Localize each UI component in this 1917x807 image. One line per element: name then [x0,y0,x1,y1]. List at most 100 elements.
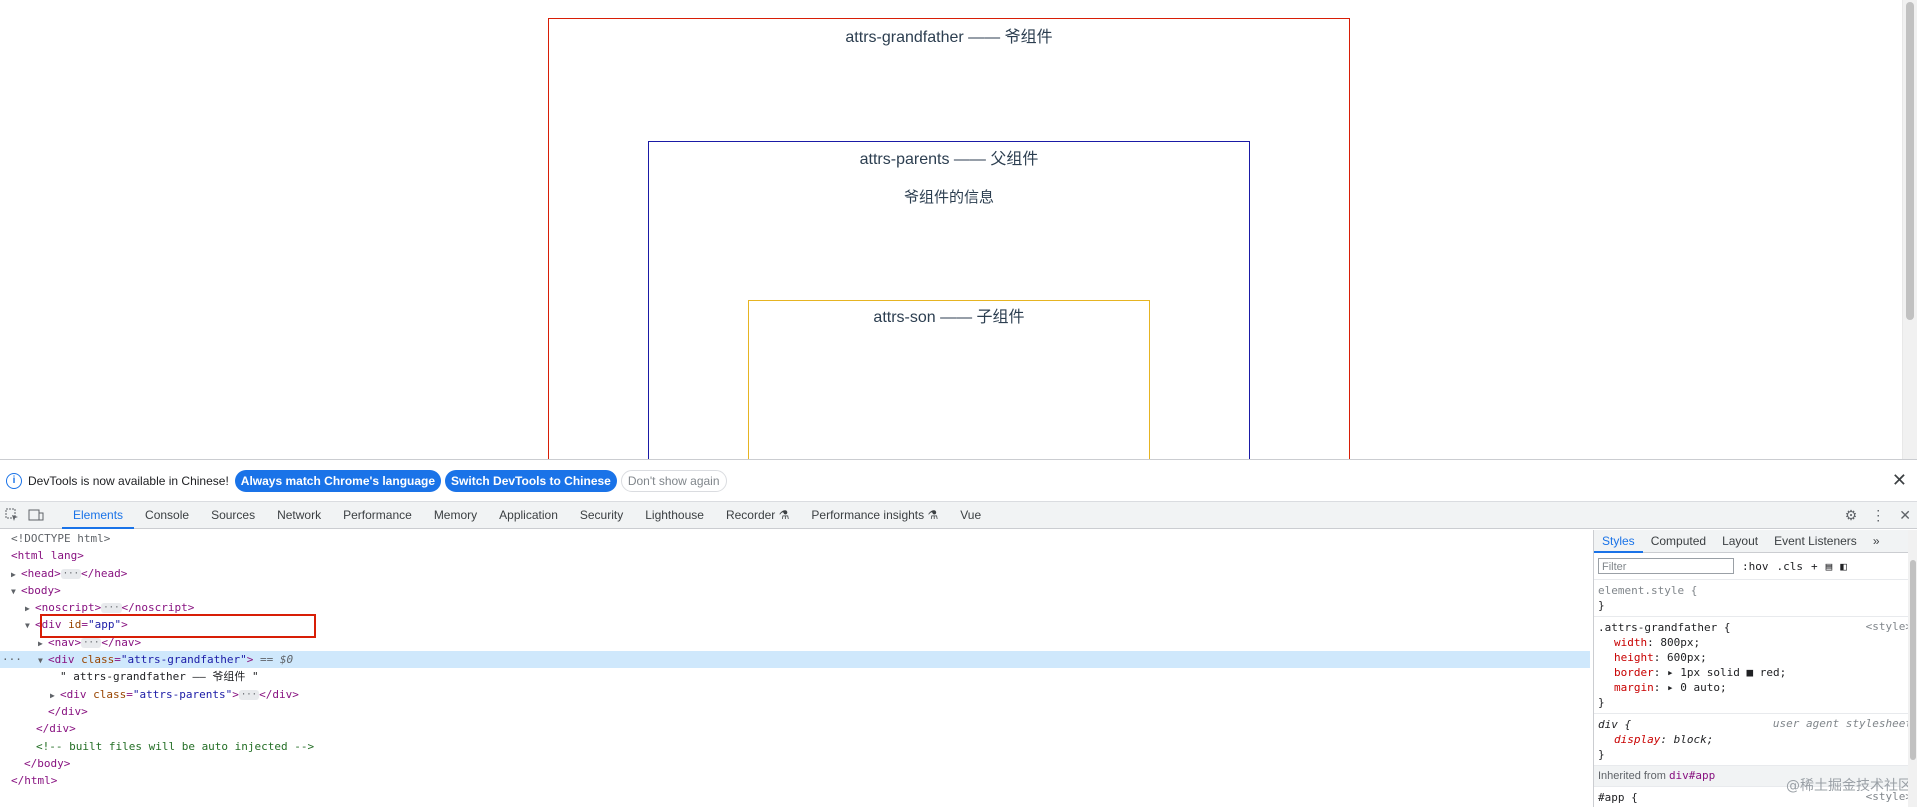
inherited-ref-link[interactable]: div#app [1669,769,1715,782]
page-scrollbar-thumb[interactable] [1906,2,1914,320]
prop-name: width [1614,636,1648,649]
comment-text: <!-- built files will be auto injected -… [36,739,315,753]
pa-tag: <div [60,687,94,701]
paint-brush-icon[interactable]: ▤ [1826,560,1833,573]
dom-line-div-close-2[interactable]: </div> [0,720,1590,737]
head-tag: <head> [21,566,61,580]
collapse-triangle-icon[interactable]: ▼ [38,652,48,669]
pa-attr-name: class [93,687,127,701]
expand-triangle-icon[interactable]: ▶ [25,600,35,617]
dom-line-comment[interactable]: <!-- built files will be auto injected -… [0,738,1590,755]
rule1-prop-height[interactable]: height: 600px; [1598,650,1917,665]
tab-lighthouse[interactable]: Lighthouse [634,502,715,528]
watermark: @稀土掘金技术社区 [1786,778,1912,794]
prop-value: ▸ 0 auto; [1667,681,1727,694]
dont-show-again-button[interactable]: Don't show again [620,469,727,492]
prop-name: margin [1614,681,1654,694]
settings-gear-icon[interactable]: ⚙ [1845,507,1858,524]
rule-attrs-grandfather[interactable]: .attrs-grandfather { <style> width: 800p… [1594,617,1917,714]
rule-div-user-agent[interactable]: div { user agent stylesheet display: blo… [1594,714,1917,766]
dom-line-html[interactable]: <html lang> [0,547,1590,564]
tab-layout[interactable]: Layout [1714,530,1766,552]
close-icon[interactable]: ✕ [1892,470,1907,491]
expand-triangle-icon[interactable]: ▶ [50,687,60,704]
device-toolbar-icon[interactable] [24,502,48,528]
styles-filter-input[interactable]: Filter [1598,558,1734,574]
collapse-triangle-icon[interactable]: ▼ [25,617,35,634]
grandfather-info-text: 爷组件的信息 [903,189,994,206]
page-viewport: attrs-grandfather —— 爷组件 attrs-parents —… [0,0,1917,459]
expand-triangle-icon[interactable]: ▶ [11,566,21,583]
switch-to-chinese-button[interactable]: Switch DevTools to Chinese [445,469,617,492]
devtools-tabbar: Elements Console Sources Network Perform… [0,502,1917,529]
rule-element-style[interactable]: element.style { } [1594,580,1917,617]
dom-line-body[interactable]: ▼ <body> [0,582,1590,599]
body-open-tag: <body> [21,583,61,597]
son-box: attrs-son —— 子组件 [748,300,1150,459]
more-options-icon[interactable]: ⋮ [1871,507,1885,524]
gf-attr-name: class [81,653,115,667]
rule1-prop-margin[interactable]: margin: ▸ 0 auto; [1598,680,1917,695]
dom-line-grandfather-selected[interactable]: ··· ▼ <div class="attrs-grandfather"> == $… [0,651,1590,669]
ellipsis-icon[interactable]: ··· [60,568,82,579]
styles-tabbar: Styles Computed Layout Event Listeners » [1594,530,1917,553]
dom-line-doctype[interactable]: <!DOCTYPE html> [0,530,1590,547]
styles-scrollbar[interactable] [1908,530,1917,807]
rule1-source-link[interactable]: <style> [1866,620,1912,633]
tab-elements[interactable]: Elements [62,502,135,529]
gf-tag: <div [48,653,82,667]
dom-line-div-close-1[interactable]: </div> [0,703,1590,720]
pa-close-tag: </div> [259,687,299,701]
new-rule-plus-icon[interactable]: + [1811,560,1818,573]
ellipsis-icon[interactable]: ··· [238,689,260,700]
language-infobar: i DevTools is now available in Chinese! … [0,460,1917,502]
tab-vue[interactable]: Vue [949,502,992,528]
devtools-panel: i DevTools is now available in Chinese! … [0,459,1917,807]
tab-recorder[interactable]: Recorder ⚗ [715,502,800,528]
ellipsis-icon[interactable]: ··· [81,637,102,648]
always-match-language-button[interactable]: Always match Chrome's language [234,469,442,492]
rule1-prop-width[interactable]: width: 800px; [1598,635,1917,650]
rule1-prop-border[interactable]: border: ▸ 1px solid ■ red; [1598,665,1917,680]
cls-toggle[interactable]: .cls [1777,560,1804,573]
grandfather-title: attrs-grandfather —— 爷组件 [845,29,1053,46]
gf-eq-marker: == $0 [253,653,294,667]
tab-security[interactable]: Security [569,502,634,528]
more-tabs-chevron-icon[interactable]: » [1865,530,1888,552]
hov-toggle[interactable]: :hov [1742,560,1769,573]
dom-line-head[interactable]: ▶ <head> ··· </head> [0,565,1590,582]
highlight-annotation-box [40,614,316,638]
tab-network[interactable]: Network [266,502,332,528]
tab-performance[interactable]: Performance [332,502,423,528]
dom-line-html-close[interactable]: </html> [0,772,1590,789]
close-devtools-icon[interactable]: ✕ [1899,507,1911,524]
styles-scrollbar-thumb[interactable] [1910,560,1916,760]
dom-line-gf-text[interactable]: " attrs-grandfather —— 爷组件 " [0,668,1590,685]
tab-memory[interactable]: Memory [423,502,488,528]
parents-title: attrs-parents —— 父组件 [859,151,1039,168]
more-dots-icon[interactable]: ··· [2,651,22,668]
gf-attr-value: "attrs-grandfather" [120,653,247,667]
tab-sources[interactable]: Sources [200,502,266,528]
page-scrollbar[interactable] [1902,0,1917,459]
doctype-text: <!DOCTYPE html> [11,532,111,545]
html-open-tag: <html lang> [11,549,84,563]
collapse-triangle-icon[interactable]: ▼ [11,583,21,600]
toggle-sidebar-icon[interactable]: ◧ [1840,560,1847,573]
tab-application[interactable]: Application [488,502,569,528]
prop-value: 600px; [1667,651,1707,664]
tab-computed[interactable]: Computed [1643,530,1714,552]
tab-event-listeners[interactable]: Event Listeners [1766,530,1865,552]
close-brace: } [1598,696,1605,709]
tab-performance-insights[interactable]: Performance insights ⚗ [800,502,949,528]
dom-line-body-close[interactable]: </body> [0,755,1590,772]
styles-filter-row: Filter :hov .cls + ▤ ◧ [1594,553,1917,580]
elements-dom-tree[interactable]: <!DOCTYPE html> <html lang> ▶ <head> ··· </… [0,530,1590,807]
inspect-element-icon[interactable] [0,502,24,528]
noscript-close-tag: </noscript> [121,601,195,615]
pa-attr-value: "attrs-parents" [132,687,233,701]
tab-console[interactable]: Console [134,502,200,528]
tab-styles[interactable]: Styles [1594,530,1643,553]
ellipsis-icon[interactable]: ··· [101,603,122,614]
dom-line-parents[interactable]: ▶ <div class="attrs-parents"> ··· </div> [0,686,1590,703]
